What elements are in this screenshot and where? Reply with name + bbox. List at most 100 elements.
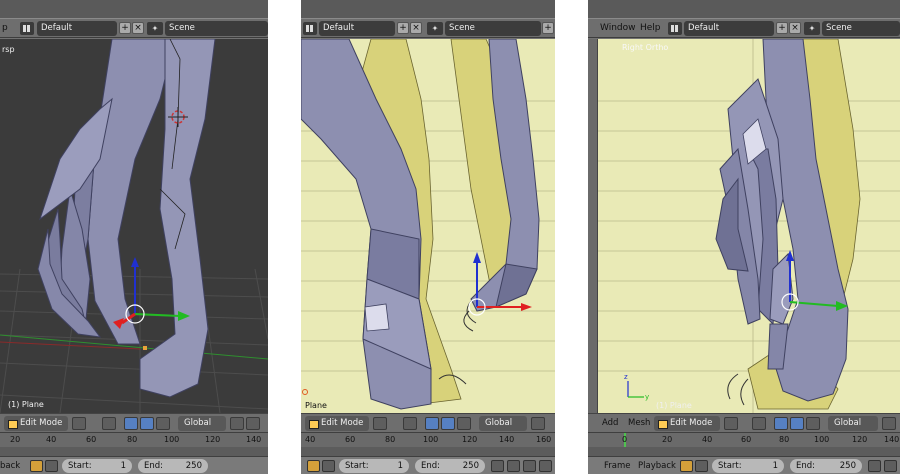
timeline[interactable]: 40 60 80 100 120 140 160 <box>301 432 555 457</box>
mode-selector[interactable]: Edit Mode <box>654 416 720 431</box>
transform-orientation-selector[interactable]: Global <box>178 416 226 431</box>
scene-icon[interactable]: ✦ <box>427 22 443 35</box>
playback-control-icon[interactable] <box>491 460 504 472</box>
reference-claws <box>727 373 749 406</box>
translate-manipulator-button[interactable] <box>441 417 455 430</box>
object-name-label: (1) Plane <box>8 400 44 409</box>
record-keyframe-icon[interactable] <box>680 460 693 472</box>
manipulator-toggle-button[interactable] <box>124 417 138 430</box>
manipulator-toggle-button[interactable] <box>425 417 439 430</box>
start-frame-value: 1 <box>120 461 126 471</box>
menu-playback[interactable]: Playback <box>638 461 676 471</box>
playback-bar: Frame Playback Start: 1 End: 250 <box>588 456 900 474</box>
3d-viewport[interactable]: rsp (1) Plane <box>0 39 268 413</box>
keying-lock-icon[interactable] <box>322 460 335 472</box>
menu-frame[interactable]: Frame <box>604 461 630 471</box>
3d-viewport[interactable]: Plane <box>301 39 555 413</box>
viewport-drawing <box>0 39 268 413</box>
viewport-shading-button[interactable] <box>373 417 387 430</box>
end-frame-label: End: <box>796 461 816 471</box>
scene-icon[interactable]: ✦ <box>804 22 820 35</box>
start-frame-field[interactable]: Start: 1 <box>339 459 409 473</box>
vertex-select-button[interactable] <box>531 417 545 430</box>
scene-field[interactable]: Scene <box>445 21 541 36</box>
edge-select-button[interactable] <box>246 417 260 430</box>
rotate-manipulator-button[interactable] <box>457 417 471 430</box>
translate-manipulator-button[interactable] <box>790 417 804 430</box>
viewport-panel-side-reference: Default + × ✦ Scene + Plane Edit Mode Gl… <box>301 0 555 474</box>
timeline-tick: 80 <box>127 435 138 444</box>
3d-viewport[interactable]: Right Ortho z y (1) Plane <box>598 39 900 413</box>
timeline-tick: 120 <box>462 435 478 444</box>
translate-manipulator-button[interactable] <box>140 417 154 430</box>
record-keyframe-icon[interactable] <box>307 460 320 472</box>
playback-control-icon[interactable] <box>507 460 520 472</box>
vertex-select-button[interactable] <box>230 417 244 430</box>
end-frame-field[interactable]: End: 250 <box>415 459 485 473</box>
pivot-point-button[interactable] <box>102 417 116 430</box>
add-layout-button[interactable]: + <box>776 22 788 34</box>
keying-lock-icon[interactable] <box>45 460 58 472</box>
window-top-strip <box>0 0 268 18</box>
screen-layout-field[interactable]: Default <box>37 21 117 36</box>
timeline[interactable]: 0 20 40 60 80 100 120 140 <box>588 432 900 457</box>
rotate-manipulator-button[interactable] <box>806 417 820 430</box>
screen-layout-icon[interactable] <box>668 22 682 35</box>
remove-layout-button[interactable]: × <box>410 22 422 34</box>
screen-layout-field[interactable]: Default <box>684 21 774 36</box>
timeline[interactable]: 20 40 60 80 100 120 140 <box>0 432 268 457</box>
viewport-shading-button[interactable] <box>72 417 86 430</box>
screen-layout-icon[interactable] <box>20 22 34 35</box>
add-scene-button[interactable]: + <box>542 22 554 34</box>
pivot-point-button[interactable] <box>752 417 766 430</box>
menu-add[interactable]: Add <box>602 418 618 428</box>
end-frame-value: 250 <box>462 461 479 471</box>
view-axes-icon: z y <box>624 373 649 401</box>
menu-help[interactable]: Help <box>640 23 661 33</box>
playback-control-icon[interactable] <box>539 460 552 472</box>
viewport-header: Edit Mode Global <box>0 413 268 432</box>
transform-orientation-selector[interactable]: Global <box>828 416 878 431</box>
menu-window[interactable]: Window <box>600 23 636 33</box>
timeline-tick: 60 <box>741 435 752 444</box>
playback-bar: Start: 1 End: 250 <box>301 456 555 474</box>
remove-layout-button[interactable]: × <box>132 22 144 34</box>
remove-layout-button[interactable]: × <box>789 22 801 34</box>
playback-control-icon[interactable] <box>868 460 881 472</box>
record-keyframe-icon[interactable] <box>30 460 43 472</box>
start-frame-field[interactable]: Start: 1 <box>62 459 132 473</box>
timeline-tick: 60 <box>86 435 97 444</box>
pivot-point-button[interactable] <box>403 417 417 430</box>
tool-shelf-edge[interactable] <box>588 39 598 413</box>
playback-control-icon[interactable] <box>884 460 897 472</box>
vertex-select-button[interactable] <box>882 417 896 430</box>
end-frame-value: 250 <box>839 461 856 471</box>
rotate-manipulator-button[interactable] <box>156 417 170 430</box>
timeline-tick: 120 <box>852 435 868 444</box>
scene-icon[interactable]: ✦ <box>147 22 163 35</box>
viewport-shading-button[interactable] <box>724 417 738 430</box>
svg-text:y: y <box>645 393 649 401</box>
keying-lock-icon[interactable] <box>695 460 708 472</box>
mode-selector[interactable]: Edit Mode <box>4 416 68 431</box>
add-layout-button[interactable]: + <box>397 22 409 34</box>
manipulator-toggle-button[interactable] <box>774 417 788 430</box>
menu-help-fragment[interactable]: p <box>2 23 8 33</box>
start-frame-field[interactable]: Start: 1 <box>712 459 784 473</box>
end-frame-field[interactable]: End: 250 <box>790 459 862 473</box>
end-frame-field[interactable]: End: 250 <box>138 459 208 473</box>
hand-mesh <box>37 39 216 398</box>
transform-orientation-selector[interactable]: Global <box>479 416 527 431</box>
add-layout-button[interactable]: + <box>119 22 131 34</box>
scene-field[interactable]: Scene <box>822 21 900 36</box>
mode-selector[interactable]: Edit Mode <box>305 416 369 431</box>
menu-mesh[interactable]: Mesh <box>628 418 650 428</box>
timeline-tick: 100 <box>164 435 180 444</box>
viewport-panel-right-ortho: Window Help Default + × ✦ Scene Right Or… <box>588 0 900 474</box>
playback-menu-fragment[interactable]: back <box>0 461 20 471</box>
playback-control-icon[interactable] <box>523 460 536 472</box>
scene-field[interactable]: Scene <box>165 21 268 36</box>
screen-layout-icon[interactable] <box>303 22 317 35</box>
timeline-tick: 80 <box>779 435 790 444</box>
screen-layout-field[interactable]: Default <box>319 21 395 36</box>
